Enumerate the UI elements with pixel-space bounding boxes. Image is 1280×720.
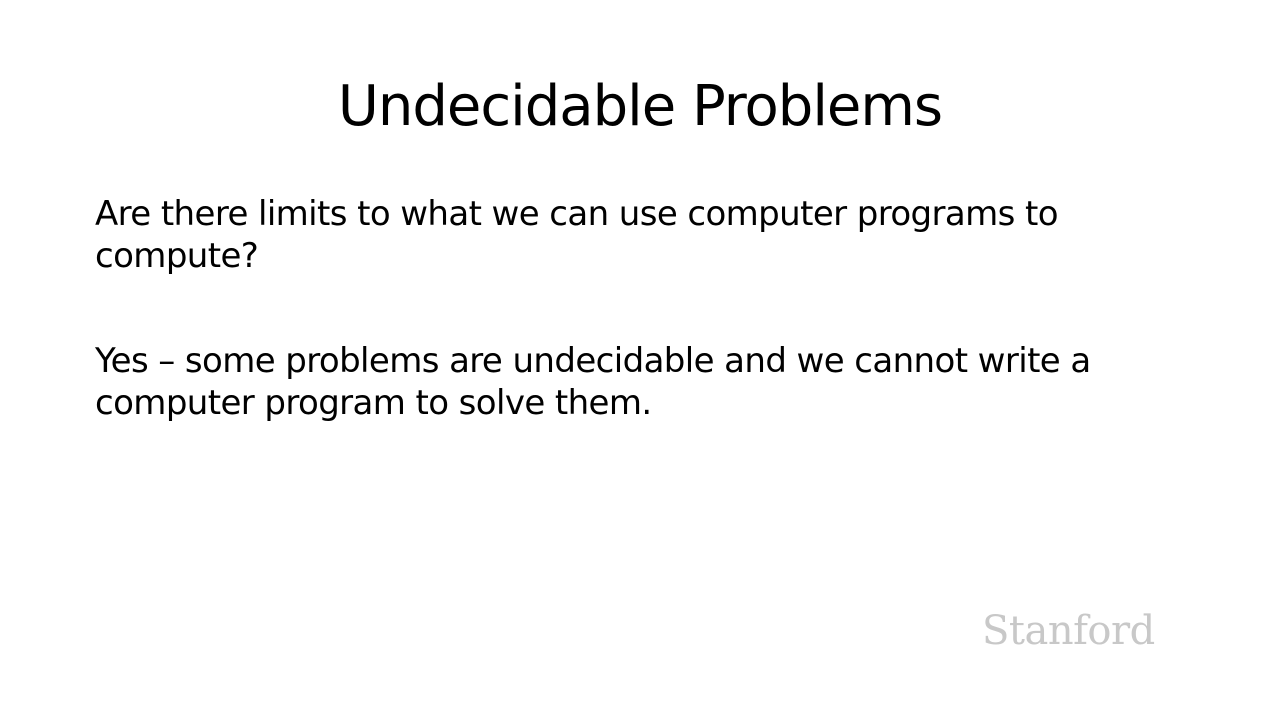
paragraph-question: Are there limits to what we can use comp… (95, 194, 1059, 276)
slide: Undecidable Problems Are there limits to… (0, 0, 1280, 720)
slide-title: Undecidable Problems (337, 74, 943, 139)
stanford-logo: Stanford (982, 608, 1155, 654)
paragraph-answer: Yes – some problems are undecidable and … (95, 341, 1091, 423)
